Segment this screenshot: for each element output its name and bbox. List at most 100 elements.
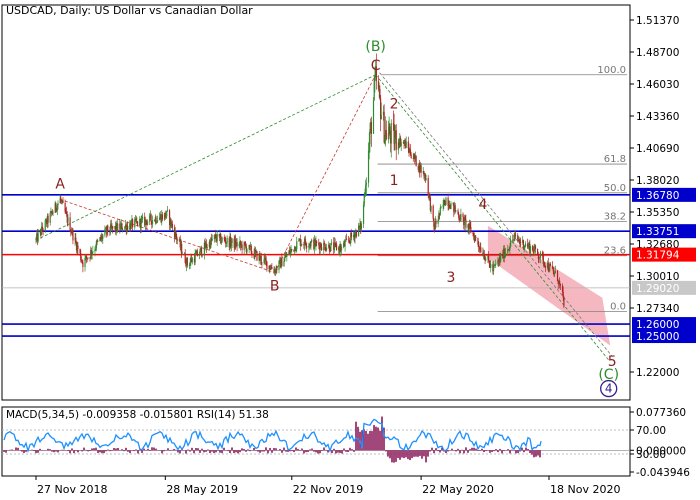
candle-body bbox=[57, 203, 59, 206]
macd-bar bbox=[179, 450, 181, 454]
macd-bar bbox=[537, 450, 539, 456]
macd-bar bbox=[427, 450, 429, 457]
macd-bar bbox=[135, 449, 137, 451]
wave-label: C bbox=[371, 58, 381, 74]
macd-bar bbox=[71, 448, 73, 451]
candle-body bbox=[296, 241, 298, 250]
candle-body bbox=[435, 221, 437, 224]
macd-bar bbox=[99, 450, 101, 453]
macd-bar bbox=[369, 431, 371, 451]
candle-body bbox=[519, 242, 522, 244]
macd-bar bbox=[469, 449, 471, 451]
macd-bar bbox=[453, 450, 455, 451]
candle-body bbox=[141, 216, 144, 220]
candle-body bbox=[92, 251, 94, 253]
macd-bar bbox=[9, 449, 11, 451]
macd-bar bbox=[121, 449, 123, 451]
candle-body bbox=[405, 141, 407, 148]
price-level-label: 1.25000 bbox=[636, 331, 679, 343]
macd-bar bbox=[107, 449, 109, 451]
macd-bar bbox=[199, 450, 201, 453]
candle-body bbox=[117, 223, 119, 232]
price-level-label: 1.31794 bbox=[636, 250, 680, 262]
macd-bar bbox=[93, 448, 95, 451]
candle-body bbox=[554, 270, 556, 273]
macd-bar bbox=[149, 450, 151, 451]
candle-body bbox=[151, 220, 154, 225]
macd-bar bbox=[485, 450, 487, 452]
y-tick-label: 1.27340 bbox=[636, 303, 679, 315]
candle-body bbox=[137, 221, 139, 226]
macd-bar bbox=[475, 448, 477, 451]
macd-bar bbox=[141, 450, 143, 453]
macd-bar bbox=[507, 449, 509, 451]
candle-body bbox=[82, 262, 84, 268]
candle-body bbox=[266, 261, 268, 270]
macd-bar bbox=[391, 450, 393, 463]
wave-label: B bbox=[270, 279, 280, 295]
macd-bar bbox=[467, 450, 469, 453]
candle-body bbox=[510, 239, 512, 247]
macd-bar bbox=[205, 450, 207, 452]
candle-body bbox=[395, 130, 397, 150]
main-plot-frame bbox=[1, 4, 631, 401]
macd-bar bbox=[309, 449, 311, 451]
candle-body bbox=[265, 260, 267, 262]
macd-bar bbox=[115, 448, 117, 451]
macd-bar bbox=[259, 450, 261, 453]
candle-body bbox=[49, 212, 51, 223]
macd-bar bbox=[481, 448, 483, 451]
macd-bar bbox=[19, 450, 21, 451]
macd-bar bbox=[219, 450, 221, 453]
macd-bar bbox=[57, 450, 59, 453]
macd-bar bbox=[51, 450, 53, 452]
macd-bar bbox=[401, 450, 403, 458]
macd-bar bbox=[49, 449, 51, 451]
macd-bar bbox=[151, 447, 153, 451]
macd-bar bbox=[433, 450, 435, 454]
macd-bar bbox=[293, 450, 295, 453]
candle-body bbox=[211, 239, 213, 241]
x-tick-label: 27 Nov 2018 bbox=[37, 483, 107, 496]
macd-bar bbox=[439, 450, 441, 453]
macd-bar bbox=[3, 450, 5, 452]
candle-body bbox=[355, 230, 358, 237]
candle-body bbox=[44, 220, 46, 231]
candle-body bbox=[321, 247, 323, 251]
wave-label: A bbox=[55, 177, 65, 193]
candle-body bbox=[432, 205, 434, 219]
macd-bar bbox=[459, 450, 461, 454]
candle-body bbox=[425, 178, 427, 181]
macd-bar bbox=[403, 450, 405, 459]
macd-bar bbox=[337, 450, 339, 453]
macd-bar bbox=[209, 450, 211, 454]
macd-bar bbox=[165, 449, 167, 451]
candle-body bbox=[132, 219, 134, 228]
indicator-y-tick-label: -0.043946 bbox=[636, 467, 690, 479]
macd-bar bbox=[377, 427, 379, 451]
macd-bar bbox=[331, 450, 333, 454]
candle-body bbox=[380, 114, 382, 120]
candle-body bbox=[127, 225, 129, 230]
macd-bar bbox=[169, 450, 171, 451]
macd-bar bbox=[31, 449, 33, 451]
candle-body bbox=[524, 243, 527, 247]
candle-body bbox=[365, 182, 367, 185]
macd-bar bbox=[355, 421, 357, 451]
fib-label: 0.0 bbox=[610, 301, 626, 312]
macd-bar bbox=[345, 450, 347, 452]
macd-bar bbox=[15, 447, 17, 451]
price-level-label: 1.29020 bbox=[636, 283, 679, 295]
candle-body bbox=[37, 233, 39, 242]
macd-bar bbox=[531, 450, 533, 455]
macd-bar bbox=[461, 449, 463, 451]
candle-body bbox=[370, 122, 372, 134]
macd-bar bbox=[267, 450, 269, 454]
macd-bar bbox=[381, 416, 383, 451]
candle-body bbox=[77, 245, 79, 250]
x-tick-label: 22 May 2020 bbox=[422, 483, 494, 496]
macd-bar bbox=[91, 448, 93, 451]
macd-bar bbox=[423, 450, 425, 457]
candle-body bbox=[102, 235, 104, 239]
macd-bar bbox=[233, 450, 235, 454]
